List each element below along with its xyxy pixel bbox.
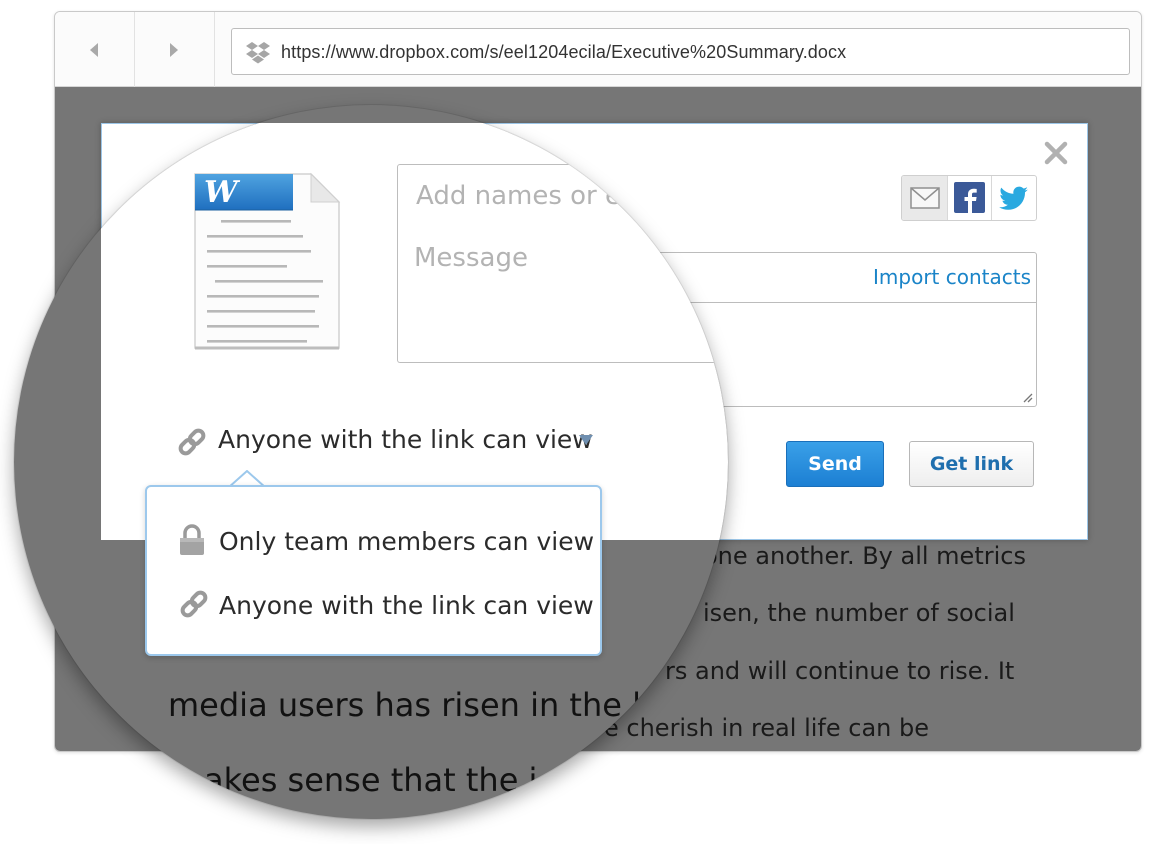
screenshot-stage: https://www.dropbox.com/s/eel1204ecila/E…: [0, 0, 1163, 844]
menu-item-anyone-with-link[interactable]: Anyone with the link can view: [147, 574, 600, 634]
forward-button[interactable]: [135, 12, 215, 87]
message-input[interactable]: Message: [397, 229, 728, 363]
twitter-icon: [999, 186, 1028, 210]
close-icon[interactable]: [1043, 140, 1069, 166]
import-contacts-link[interactable]: Import contacts: [873, 265, 1031, 289]
email-share-icon: [910, 187, 940, 209]
magnifier-lens: W Add names or emails Message Anyone wit…: [14, 105, 728, 819]
message-placeholder: Message: [414, 243, 528, 273]
twitter-share-button[interactable]: [992, 176, 1036, 220]
forward-arrow-icon: [170, 43, 178, 57]
chevron-down-icon: [579, 435, 593, 445]
get-link-button[interactable]: Get link: [909, 441, 1034, 487]
dropbox-icon: [246, 42, 270, 64]
facebook-share-button[interactable]: [948, 176, 992, 220]
magnified-document-line: akes sense that the i: [204, 761, 538, 799]
url-text: https://www.dropbox.com/s/eel1204ecila/E…: [281, 42, 847, 62]
link-icon: [178, 428, 206, 456]
back-arrow-icon: [90, 43, 98, 57]
word-document-icon: W: [194, 172, 341, 350]
document-line: one another. By all metrics: [703, 542, 1026, 570]
menu-item-label: Anyone with the link can view: [219, 591, 594, 620]
facebook-icon: [954, 182, 985, 213]
recipients-placeholder: Add names or emails: [416, 181, 691, 211]
send-button[interactable]: Send: [786, 441, 884, 487]
permission-menu: Only team members can view Anyone with t…: [145, 485, 602, 656]
resize-handle-icon[interactable]: [1022, 392, 1033, 403]
lock-icon: [180, 524, 204, 555]
address-bar[interactable]: https://www.dropbox.com/s/eel1204ecila/E…: [231, 28, 1130, 75]
magnified-document-line: media users has risen in the l: [168, 686, 641, 724]
recipients-input[interactable]: Add names or emails: [397, 164, 728, 230]
link-icon: [180, 590, 208, 618]
document-line: isen, the number of social: [703, 599, 1015, 627]
browser-toolbar: https://www.dropbox.com/s/eel1204ecila/E…: [55, 12, 1141, 87]
magnified-content: W Add names or emails Message Anyone wit…: [14, 105, 728, 819]
word-badge-text: W: [204, 175, 241, 210]
back-button[interactable]: [55, 12, 135, 87]
menu-item-label: Only team members can view: [219, 527, 595, 556]
email-share-button[interactable]: [902, 176, 948, 220]
menu-item-team-only[interactable]: Only team members can view: [147, 510, 600, 570]
permission-label: Anyone with the link can view: [218, 425, 593, 454]
share-method-group: [901, 175, 1037, 221]
